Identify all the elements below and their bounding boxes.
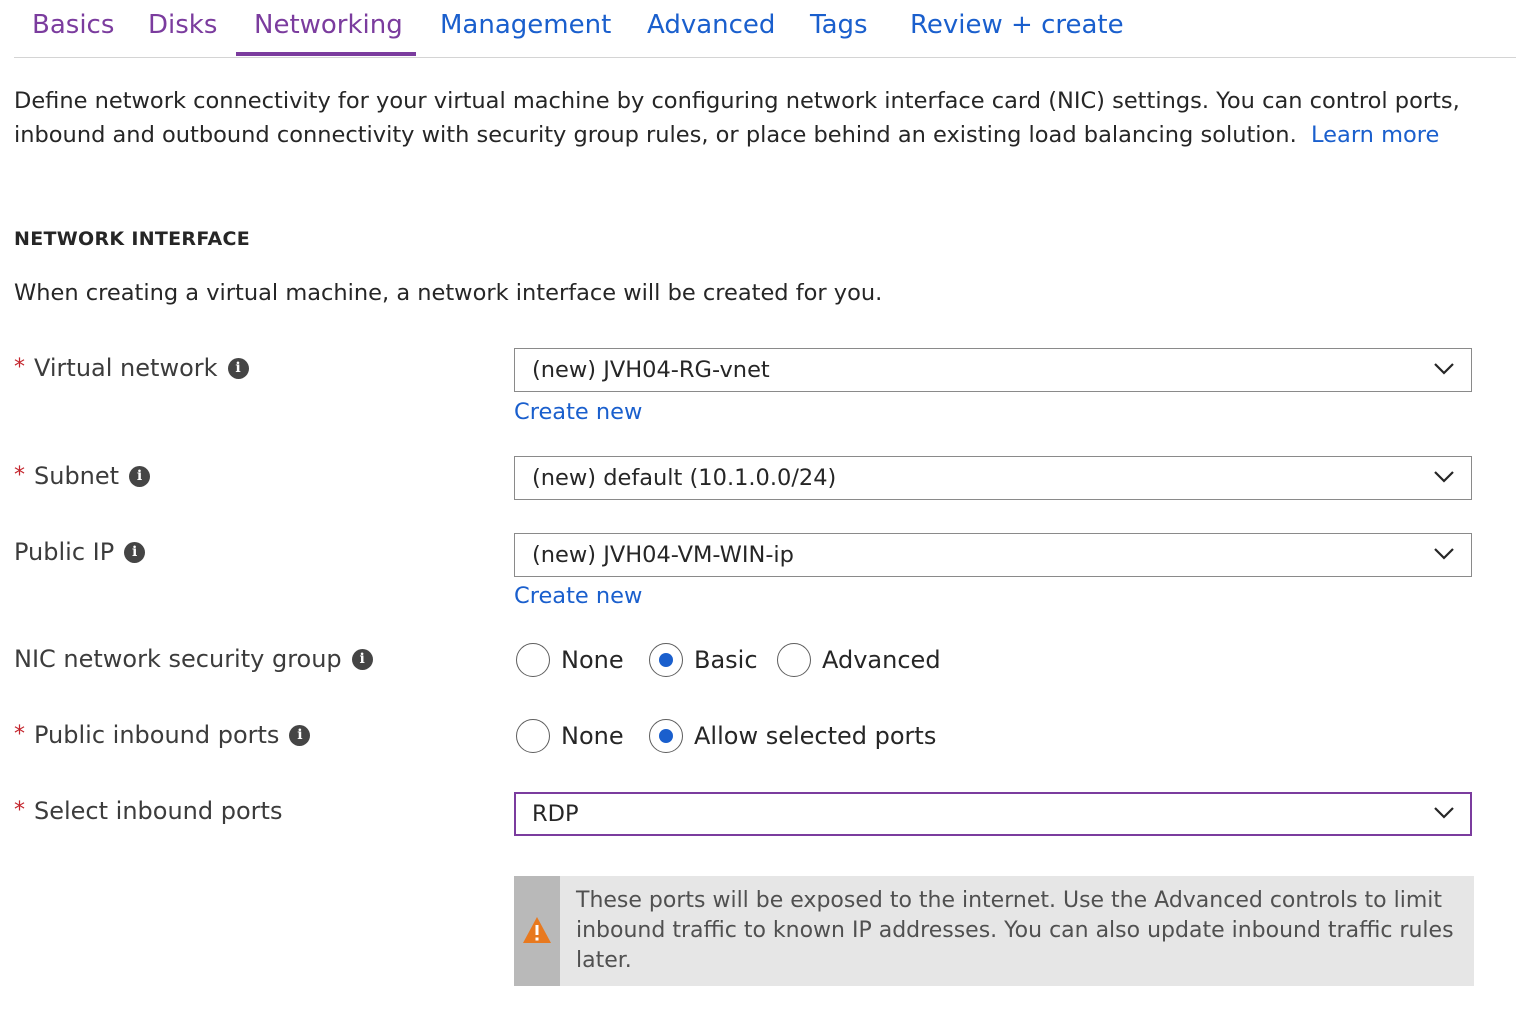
subnet-label: * Subnet i <box>14 460 151 492</box>
public-ip-select[interactable]: (new) JVH04-VM-WIN-ip <box>514 533 1472 577</box>
tab-networking[interactable]: Networking <box>254 8 403 42</box>
required-marker: * <box>14 355 25 380</box>
radio-label: Allow selected ports <box>694 722 937 750</box>
chevron-down-icon <box>1434 471 1454 483</box>
required-marker: * <box>14 463 25 488</box>
tab-disks[interactable]: Disks <box>148 8 217 42</box>
public-ip-create-new-link[interactable]: Create new <box>514 581 642 611</box>
public-inbound-ports-label: * Public inbound ports i <box>14 719 311 751</box>
warning-text: These ports will be exposed to the inter… <box>576 888 1454 973</box>
nic-nsg-label: NIC network security group i <box>14 643 373 675</box>
info-icon[interactable]: i <box>227 357 249 379</box>
required-marker: * <box>14 798 25 823</box>
radio-label: Basic <box>694 646 758 674</box>
page-description: Define network connectivity for your vir… <box>14 84 1504 152</box>
public-inbound-ports-label-text: Public inbound ports <box>34 721 280 749</box>
section-title: NETWORK INTERFACE <box>14 228 250 250</box>
info-icon[interactable]: i <box>124 541 146 563</box>
nic-nsg-radio-basic[interactable]: Basic <box>649 643 758 677</box>
virtual-network-create-new-link[interactable]: Create new <box>514 397 642 427</box>
info-icon[interactable]: i <box>289 724 311 746</box>
radio-label: None <box>561 646 624 674</box>
warning-icon <box>523 917 551 943</box>
radio-label: None <box>561 722 624 750</box>
description-text: Define network connectivity for your vir… <box>14 88 1460 148</box>
select-inbound-ports-label-text: Select inbound ports <box>34 797 283 825</box>
public-inbound-ports-radio-none[interactable]: None <box>516 719 624 753</box>
required-marker: * <box>14 722 25 747</box>
select-inbound-ports-value: RDP <box>532 801 579 827</box>
learn-more-link[interactable]: Learn more <box>1311 122 1439 148</box>
subnet-label-text: Subnet <box>34 462 120 490</box>
public-ip-label: Public IP i <box>14 536 146 568</box>
radio-circle-selected[interactable] <box>649 719 683 753</box>
active-tab-indicator <box>236 52 416 56</box>
tab-advanced[interactable]: Advanced <box>647 8 775 42</box>
select-inbound-ports-select[interactable]: RDP <box>514 792 1472 836</box>
nic-nsg-label-text: NIC network security group <box>14 645 342 673</box>
radio-circle-selected[interactable] <box>649 643 683 677</box>
select-inbound-ports-label: * Select inbound ports <box>14 795 282 827</box>
subnet-select[interactable]: (new) default (10.1.0.0/24) <box>514 456 1472 500</box>
public-ip-label-text: Public IP <box>14 538 115 566</box>
public-ip-value: (new) JVH04-VM-WIN-ip <box>532 542 794 568</box>
section-subtext: When creating a virtual machine, a netwo… <box>14 280 883 306</box>
nic-nsg-radio-advanced[interactable]: Advanced <box>777 643 941 677</box>
radio-circle[interactable] <box>516 719 550 753</box>
tab-tags[interactable]: Tags <box>810 8 868 42</box>
info-icon[interactable]: i <box>351 648 373 670</box>
chevron-down-icon <box>1434 807 1454 819</box>
chevron-down-icon <box>1434 548 1454 560</box>
chevron-down-icon <box>1434 363 1454 375</box>
public-inbound-ports-radio-allow-selected[interactable]: Allow selected ports <box>649 719 936 753</box>
radio-label: Advanced <box>822 646 941 674</box>
tab-management[interactable]: Management <box>440 8 611 42</box>
tab-review-create[interactable]: Review + create <box>910 8 1124 42</box>
radio-circle[interactable] <box>516 643 550 677</box>
virtual-network-label: * Virtual network i <box>14 352 249 384</box>
tab-basics[interactable]: Basics <box>32 8 114 42</box>
nic-nsg-radio-none[interactable]: None <box>516 643 624 677</box>
radio-circle[interactable] <box>777 643 811 677</box>
virtual-network-select[interactable]: (new) JVH04-RG-vnet <box>514 348 1472 392</box>
tab-bar: Basics Disks Networking Management Advan… <box>14 0 1516 58</box>
subnet-value: (new) default (10.1.0.0/24) <box>532 465 837 491</box>
virtual-network-label-text: Virtual network <box>34 354 218 382</box>
info-icon[interactable]: i <box>129 465 151 487</box>
virtual-network-value: (new) JVH04-RG-vnet <box>532 357 770 383</box>
warning-message: These ports will be exposed to the inter… <box>514 876 1474 986</box>
